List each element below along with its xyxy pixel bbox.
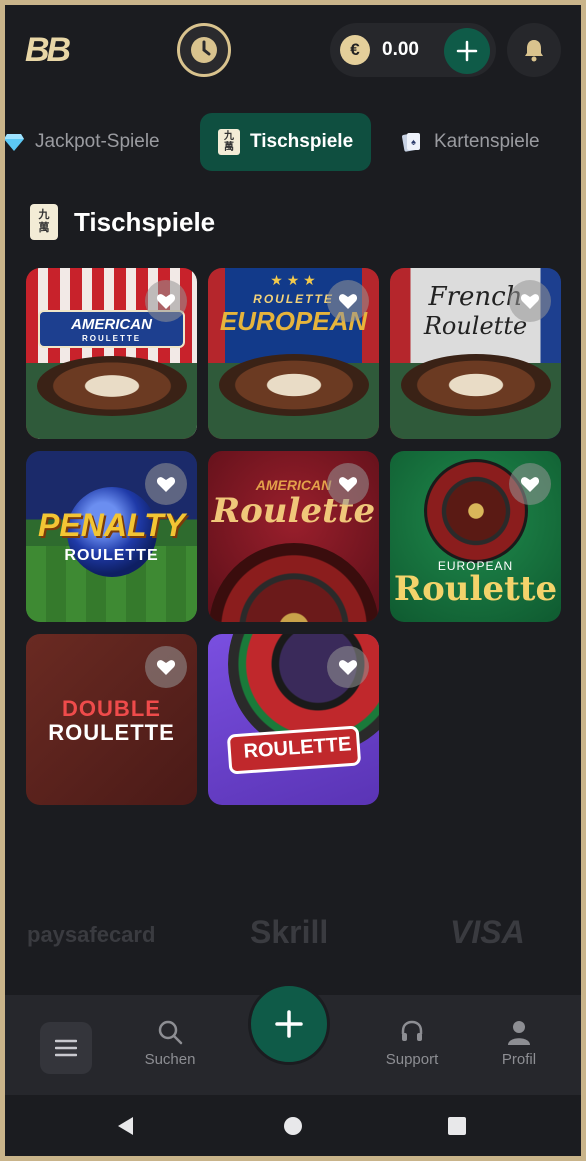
diamond-icon [5, 134, 24, 151]
favorite-button[interactable] [509, 280, 551, 322]
roulette-wheel-image [208, 543, 379, 622]
heart-icon [520, 294, 540, 309]
game-card[interactable]: EUROPEAN Roulette [390, 451, 561, 622]
playing-cards-icon: ♠ [402, 133, 420, 152]
heart-icon [338, 294, 358, 309]
favorite-button[interactable] [145, 280, 187, 322]
game-card[interactable]: ROULETTE [208, 634, 379, 805]
skrill-logo: Skrill [250, 914, 329, 950]
deposit-button[interactable] [444, 28, 490, 74]
hamburger-menu-icon [55, 1039, 77, 1057]
roulette-wheel-image [400, 354, 551, 416]
mahjong-tile-icon: 九萬 [218, 129, 240, 155]
game-title: DOUBLE [62, 696, 161, 721]
nav-search[interactable]: Suchen [130, 1019, 210, 1068]
game-subtitle: ROULETTE [48, 720, 175, 745]
back-icon[interactable] [115, 1115, 137, 1137]
bell-icon [525, 40, 543, 62]
bottom-navigation: Suchen Support Profil [5, 983, 581, 1095]
headset-icon [401, 1020, 423, 1041]
clock-icon [191, 37, 217, 63]
nav-search-label: Suchen [144, 1051, 196, 1068]
search-icon [158, 1020, 183, 1045]
section-header: 九 萬 Tischspiele [30, 202, 215, 242]
system-navigation-bar [5, 1095, 581, 1156]
game-title: PENALTY [38, 507, 185, 543]
favorite-button[interactable] [145, 463, 187, 505]
game-subtitle: ROULETTE [64, 547, 159, 564]
heart-icon [156, 660, 176, 675]
center-add-button[interactable] [248, 983, 330, 1065]
roulette-wheel-image [36, 356, 187, 416]
notifications-button[interactable] [507, 23, 561, 77]
home-icon[interactable] [282, 1115, 304, 1137]
category-tabs: Jackpot-Spiele 九萬 Tischspiele ♠ Kartensp… [5, 113, 581, 173]
payment-methods: paysafecard Skrill VISA [5, 910, 581, 960]
nav-profile[interactable]: Profil [479, 1019, 559, 1068]
plus-icon [275, 1010, 303, 1038]
favorite-button[interactable] [327, 280, 369, 322]
heart-icon [520, 477, 540, 492]
game-subtitle: ROULETTE [81, 334, 142, 343]
game-card[interactable]: French Roulette [390, 268, 561, 439]
tab-kartenspiele[interactable]: ♠ Kartenspiele [400, 113, 540, 171]
nav-support-label: Support [385, 1051, 439, 1068]
tab-jackpot-spiele[interactable]: Jackpot-Spiele [5, 113, 160, 171]
heart-icon [338, 660, 358, 675]
game-card[interactable]: PENALTY ROULETTE [26, 451, 197, 622]
euro-coin-icon: € [340, 35, 370, 65]
games-grid: AMERICAN ROULETTE ★ ★ ★ ROULETTE EUROPEA… [26, 268, 562, 808]
favorite-button[interactable] [145, 646, 187, 688]
recent-games-button[interactable] [177, 23, 231, 77]
favorite-button[interactable] [327, 646, 369, 688]
game-card[interactable]: AMERICAN ROULETTE [26, 268, 197, 439]
section-title: Tischspiele [74, 206, 216, 237]
recents-icon[interactable] [446, 1115, 468, 1137]
tab-tischspiele[interactable]: 九萬 Tischspiele [200, 113, 372, 171]
menu-button[interactable] [40, 1022, 92, 1074]
top-header: BB € 0.00 [5, 5, 581, 100]
favorite-button[interactable] [509, 463, 551, 505]
balance-amount: 0.00 [382, 39, 419, 60]
heart-icon [338, 477, 358, 492]
game-card[interactable]: AMERICAN Roulette [208, 451, 379, 622]
game-card[interactable]: DOUBLE ROULETTE [26, 634, 197, 805]
tab-label: Jackpot-Spiele [35, 131, 160, 152]
visa-logo: VISA [450, 914, 525, 950]
roulette-wheel-image [218, 354, 369, 416]
heart-icon [156, 294, 176, 309]
tab-label: Tischspiele [250, 131, 354, 152]
nav-profile-label: Profil [501, 1051, 537, 1068]
favorite-button[interactable] [327, 463, 369, 505]
balance-pill[interactable]: € 0.00 [330, 23, 496, 77]
nav-support[interactable]: Support [372, 1019, 452, 1068]
paysafecard-logo: paysafecard [27, 922, 156, 947]
user-icon [508, 1021, 530, 1045]
game-card[interactable]: ★ ★ ★ ROULETTE EUROPEAN [208, 268, 379, 439]
plus-icon [456, 40, 478, 62]
app-screen: BB € 0.00 Jackpot-Spiele 九 萬 Tischspiele… [5, 5, 581, 1156]
svg-text:♠: ♠ [411, 137, 416, 147]
mahjong-tile-icon: 九 萬 [30, 204, 58, 240]
heart-icon [156, 477, 176, 492]
game-title: Roulette [393, 569, 558, 609]
brand-logo[interactable]: BB [25, 31, 71, 70]
tab-label: Kartenspiele [434, 131, 540, 152]
